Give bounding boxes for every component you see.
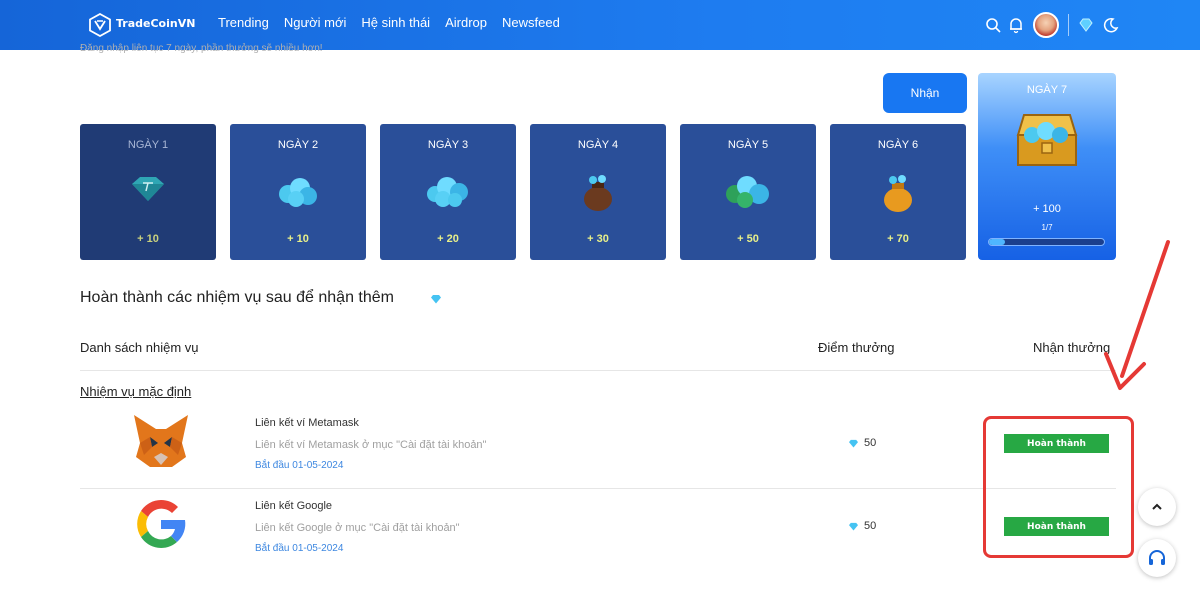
day-card-4: NGÀY 4 + 30 <box>530 124 666 260</box>
day-card-6: NGÀY 6 + 70 <box>830 124 966 260</box>
task-title: Liên kết ví Metamask <box>255 417 359 429</box>
task-start-date: Bắt đầu 01-05-2024 <box>255 543 344 554</box>
mixed-gem-pile-icon <box>726 176 769 208</box>
headphones-icon <box>1149 550 1165 565</box>
diamond-icon <box>849 522 858 531</box>
header-divider <box>1068 14 1069 36</box>
day-label: NGÀY 6 <box>877 139 919 151</box>
day-label: NGÀY 1 <box>127 139 169 151</box>
scroll-top-button[interactable] <box>1138 488 1176 526</box>
divider <box>80 370 1116 371</box>
col-header-points: Điểm thưởng <box>818 340 895 355</box>
day-label: NGÀY 3 <box>427 139 469 151</box>
diamond-icon <box>849 439 858 448</box>
chevron-up-icon <box>1152 503 1162 510</box>
task-group-title: Nhiệm vụ mặc định <box>80 384 192 399</box>
nav-item-airdrop[interactable]: Airdrop <box>445 15 487 30</box>
divider <box>80 488 1116 489</box>
day-points: + 10 <box>287 233 309 245</box>
task-start-date: Bắt đầu 01-05-2024 <box>255 460 344 471</box>
gem-pile-icon <box>279 178 317 207</box>
moon-icon[interactable] <box>1101 16 1119 34</box>
task-points-value: 50 <box>864 520 877 532</box>
diamond-icon <box>431 295 441 304</box>
tradecoinvn-logo-icon[interactable] <box>88 13 112 37</box>
day-label: NGÀY 5 <box>727 139 769 151</box>
day-points: + 10 <box>137 233 159 245</box>
task-description: Liên kết ví Metamask ở mục "Cài đặt tài … <box>255 439 487 451</box>
col-header-task-list: Danh sách nhiệm vụ <box>80 340 199 355</box>
nav-item-newbie[interactable]: Người mới <box>284 15 347 30</box>
day-card-3: NGÀY 3 + 20 <box>380 124 516 260</box>
nav-item-trending[interactable]: Trending <box>218 15 269 30</box>
nav-item-newsfeed[interactable]: Newsfeed <box>502 15 560 30</box>
day-label: NGÀY 2 <box>277 139 319 151</box>
progress-text: 1/7 <box>1041 223 1053 232</box>
task-points: 50 <box>848 437 876 449</box>
day-points: + 70 <box>887 233 909 245</box>
day-card-1: NGÀY 1 + 10 <box>80 124 216 260</box>
search-icon[interactable] <box>984 16 1002 34</box>
brown-bag-icon <box>584 175 612 211</box>
annotation-arrow-icon <box>1104 240 1170 390</box>
google-icon <box>137 499 186 548</box>
day-points: + 30 <box>587 233 609 245</box>
gold-bag-icon <box>884 175 912 212</box>
metamask-fox-icon <box>134 415 188 467</box>
nav-item-ecosystem[interactable]: Hệ sinh thái <box>361 15 430 30</box>
day-points: + 50 <box>737 233 759 245</box>
main-nav: Trending Người mới Hệ sinh thái Airdrop … <box>218 15 560 30</box>
progress-bar-fill <box>989 239 1006 245</box>
col-header-reward: Nhận thưởng <box>1033 340 1111 355</box>
brand-name[interactable]: TradeCoinVN <box>116 17 195 30</box>
progress-bar <box>988 238 1105 246</box>
day-card-7: NGÀY 7 + 100 1/7 <box>978 73 1116 260</box>
single-gem-icon <box>132 177 164 201</box>
task-description: Liên kết Google ở mục "Cài đặt tài khoản… <box>255 522 460 534</box>
day-points: + 100 <box>1033 203 1061 215</box>
treasure-chest-icon <box>1016 114 1078 166</box>
day-label: NGÀY 7 <box>1026 84 1068 96</box>
day-points: + 20 <box>437 233 459 245</box>
bell-icon[interactable] <box>1007 16 1025 34</box>
task-title: Liên kết Google <box>255 500 333 512</box>
section-title: Hoàn thành các nhiệm vụ sau để nhận thêm <box>80 289 394 306</box>
task-points: 50 <box>848 520 876 532</box>
checkin-note: Đăng nhập liên tục 7 ngày, phần thưởng s… <box>80 43 323 54</box>
gem-pile-icon <box>427 177 468 207</box>
day-card-5: NGÀY 5 + 50 <box>680 124 816 260</box>
avatar[interactable] <box>1033 12 1059 38</box>
task-points-value: 50 <box>864 437 877 449</box>
support-button[interactable] <box>1138 539 1176 577</box>
day-card-2: NGÀY 2 + 10 <box>230 124 366 260</box>
claim-button[interactable]: Nhận <box>883 73 967 113</box>
day-label: NGÀY 4 <box>577 139 619 151</box>
diamond-icon[interactable] <box>1077 16 1095 34</box>
annotation-highlight-box <box>983 416 1134 558</box>
